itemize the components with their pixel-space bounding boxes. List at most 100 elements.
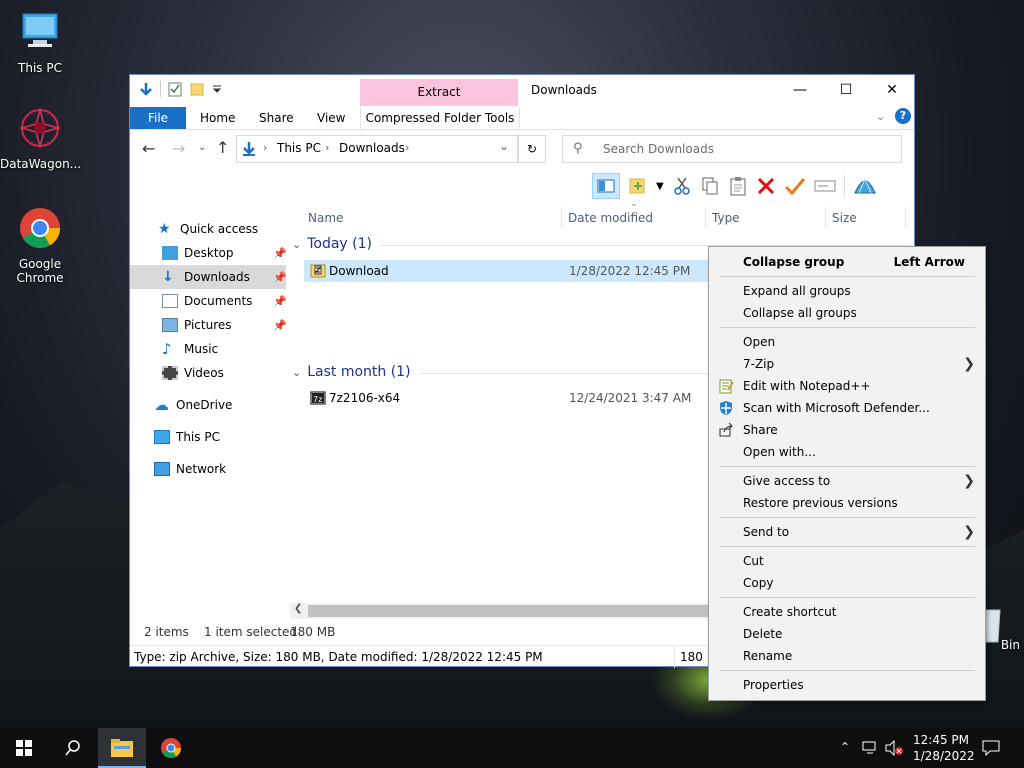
desktop-icon-chrome[interactable]: Google Chrome — [0, 206, 80, 285]
show-hidden-icons[interactable]: ⌃ — [840, 740, 850, 754]
qat-dropdown-icon[interactable] — [211, 81, 223, 97]
search-box[interactable]: ⚲ Search Downloads — [562, 135, 902, 163]
nav-item-quick-access[interactable]: ★ Quick access — [158, 217, 258, 241]
menu-item-collapse-all-groups[interactable]: Collapse all groups — [709, 302, 985, 324]
column-date-modified[interactable]: Date modified — [562, 207, 706, 229]
column-type[interactable]: Type — [706, 207, 826, 229]
desktop-icon-datawagon[interactable]: DataWagon... — [0, 106, 81, 171]
nav-item-documents[interactable]: Documents — [162, 289, 252, 313]
menu-item-send-to[interactable]: Send to ❯ — [709, 521, 985, 543]
copy-icon[interactable] — [700, 176, 720, 196]
checkmark-icon[interactable] — [784, 176, 806, 196]
pin-icon[interactable]: 📌 — [273, 247, 287, 260]
breadcrumb-downloads[interactable]: Downloads — [339, 141, 405, 155]
menu-item-open[interactable]: Open — [709, 331, 985, 353]
group-label: Today (1) — [307, 236, 372, 252]
close-button[interactable]: ✕ — [869, 75, 915, 105]
menu-item-share[interactable]: Share — [709, 419, 985, 441]
new-item-dropdown-icon[interactable]: ▼ — [656, 181, 664, 192]
paste-icon[interactable] — [728, 176, 748, 196]
folder-icon — [111, 739, 133, 757]
network-status-icon[interactable] — [862, 741, 880, 755]
start-button[interactable] — [0, 728, 48, 768]
pin-icon[interactable]: 📌 — [273, 319, 287, 332]
tab-view[interactable]: View — [317, 107, 345, 129]
nav-item-videos[interactable]: Videos — [162, 361, 224, 385]
nav-item-desktop[interactable]: Desktop — [162, 241, 234, 265]
back-icon[interactable]: ← — [142, 139, 155, 158]
menu-item-open-with[interactable]: Open with... — [709, 441, 985, 463]
table-row[interactable]: Download 1/28/2022 12:45 PM — [304, 260, 708, 282]
new-item-icon[interactable] — [628, 176, 648, 196]
menu-item-edit-notepad[interactable]: Edit with Notepad++ — [709, 375, 985, 397]
maximize-button[interactable]: ☐ — [823, 75, 869, 105]
menu-item-scan-defender[interactable]: Scan with Microsoft Defender... — [709, 397, 985, 419]
menu-label: Open — [743, 335, 776, 349]
column-size[interactable]: Size — [826, 207, 906, 229]
chrome-icon — [20, 208, 60, 248]
shell-icon[interactable] — [853, 175, 877, 197]
taskbar-file-explorer[interactable] — [98, 728, 146, 768]
context-tab-header[interactable]: Extract — [360, 79, 518, 106]
nav-item-pictures[interactable]: Pictures — [162, 313, 232, 337]
new-folder-icon[interactable] — [189, 81, 205, 97]
nav-item-network[interactable]: Network — [154, 457, 226, 481]
menu-item-give-access[interactable]: Give access to ❯ — [709, 470, 985, 492]
refresh-button[interactable]: ↻ — [518, 135, 546, 163]
tab-file[interactable]: File — [130, 107, 186, 129]
rename-icon[interactable] — [814, 176, 836, 196]
up-icon[interactable]: ↑ — [216, 138, 229, 157]
preview-pane-button[interactable] — [592, 173, 620, 199]
zip-folder-icon — [310, 264, 326, 278]
nav-label: Network — [176, 462, 227, 476]
pin-icon[interactable]: 📌 — [273, 271, 287, 284]
nav-item-this-pc[interactable]: This PC — [154, 425, 220, 449]
delete-icon[interactable] — [756, 176, 776, 196]
desktop-icon-this-pc[interactable]: This PC — [0, 10, 80, 75]
search-button[interactable] — [48, 728, 96, 768]
menu-item-7zip[interactable]: 7-Zip ❯ — [709, 353, 985, 375]
menu-item-copy[interactable]: Copy — [709, 572, 985, 594]
notification-icon[interactable] — [982, 740, 1000, 756]
group-header-last-month[interactable]: ⌄ Last month (1) — [292, 362, 411, 382]
down-arrow-icon[interactable] — [138, 81, 154, 97]
cut-icon[interactable] — [672, 176, 692, 196]
star-icon: ★ — [158, 221, 171, 237]
tab-home[interactable]: Home — [200, 107, 235, 129]
table-row[interactable]: 7z 7z2106-x64 12/24/2021 3:47 AM — [304, 387, 708, 409]
menu-item-expand-all-groups[interactable]: Expand all groups — [709, 280, 985, 302]
menu-label: Collapse all groups — [743, 306, 857, 320]
scroll-left-icon[interactable]: ❮ — [294, 603, 302, 614]
recent-locations-icon[interactable]: ⌄ — [198, 142, 206, 153]
nav-item-downloads[interactable]: ↓ Downloads — [130, 265, 286, 289]
tab-compressed-folder-tools[interactable]: Compressed Folder Tools — [360, 107, 520, 129]
scrollbar-thumb[interactable] — [308, 605, 708, 617]
minimize-button[interactable]: — — [777, 75, 823, 105]
group-header-today[interactable]: ⌄ Today (1) — [292, 234, 372, 254]
volume-muted-icon[interactable] — [884, 740, 904, 756]
clock[interactable]: 12:45 PM 1/28/2022 — [913, 732, 975, 764]
menu-item-properties[interactable]: Properties — [709, 674, 985, 696]
breadcrumb-this-pc[interactable]: This PC — [277, 141, 321, 155]
menu-item-collapse-group[interactable]: Collapse group Left Arrow — [709, 251, 985, 273]
nav-item-onedrive[interactable]: ☁ OneDrive — [154, 393, 232, 417]
address-dropdown-icon[interactable]: ⌄ — [499, 139, 509, 153]
horizontal-scrollbar[interactable]: ❮ — [290, 603, 710, 619]
menu-item-delete[interactable]: Delete — [709, 623, 985, 645]
pin-icon[interactable]: 📌 — [273, 295, 287, 308]
column-name[interactable]: Name — [302, 207, 562, 229]
menu-item-cut[interactable]: Cut — [709, 550, 985, 572]
nav-label: Desktop — [184, 246, 234, 260]
chevron-right-icon: ❯ — [963, 473, 975, 489]
menu-item-create-shortcut[interactable]: Create shortcut — [709, 601, 985, 623]
properties-icon[interactable] — [167, 81, 183, 97]
nav-item-music[interactable]: ♪ Music — [162, 337, 218, 361]
menu-item-restore-versions[interactable]: Restore previous versions — [709, 492, 985, 514]
ribbon-expand-icon[interactable]: ⌄ — [876, 110, 885, 123]
menu-item-rename[interactable]: Rename — [709, 645, 985, 667]
taskbar-chrome[interactable] — [148, 728, 196, 768]
address-bar[interactable]: › This PC › Downloads › ⌄ — [236, 135, 518, 163]
forward-icon[interactable]: → — [172, 139, 185, 158]
help-icon[interactable]: ? — [895, 108, 911, 124]
tab-share[interactable]: Share — [259, 107, 294, 129]
